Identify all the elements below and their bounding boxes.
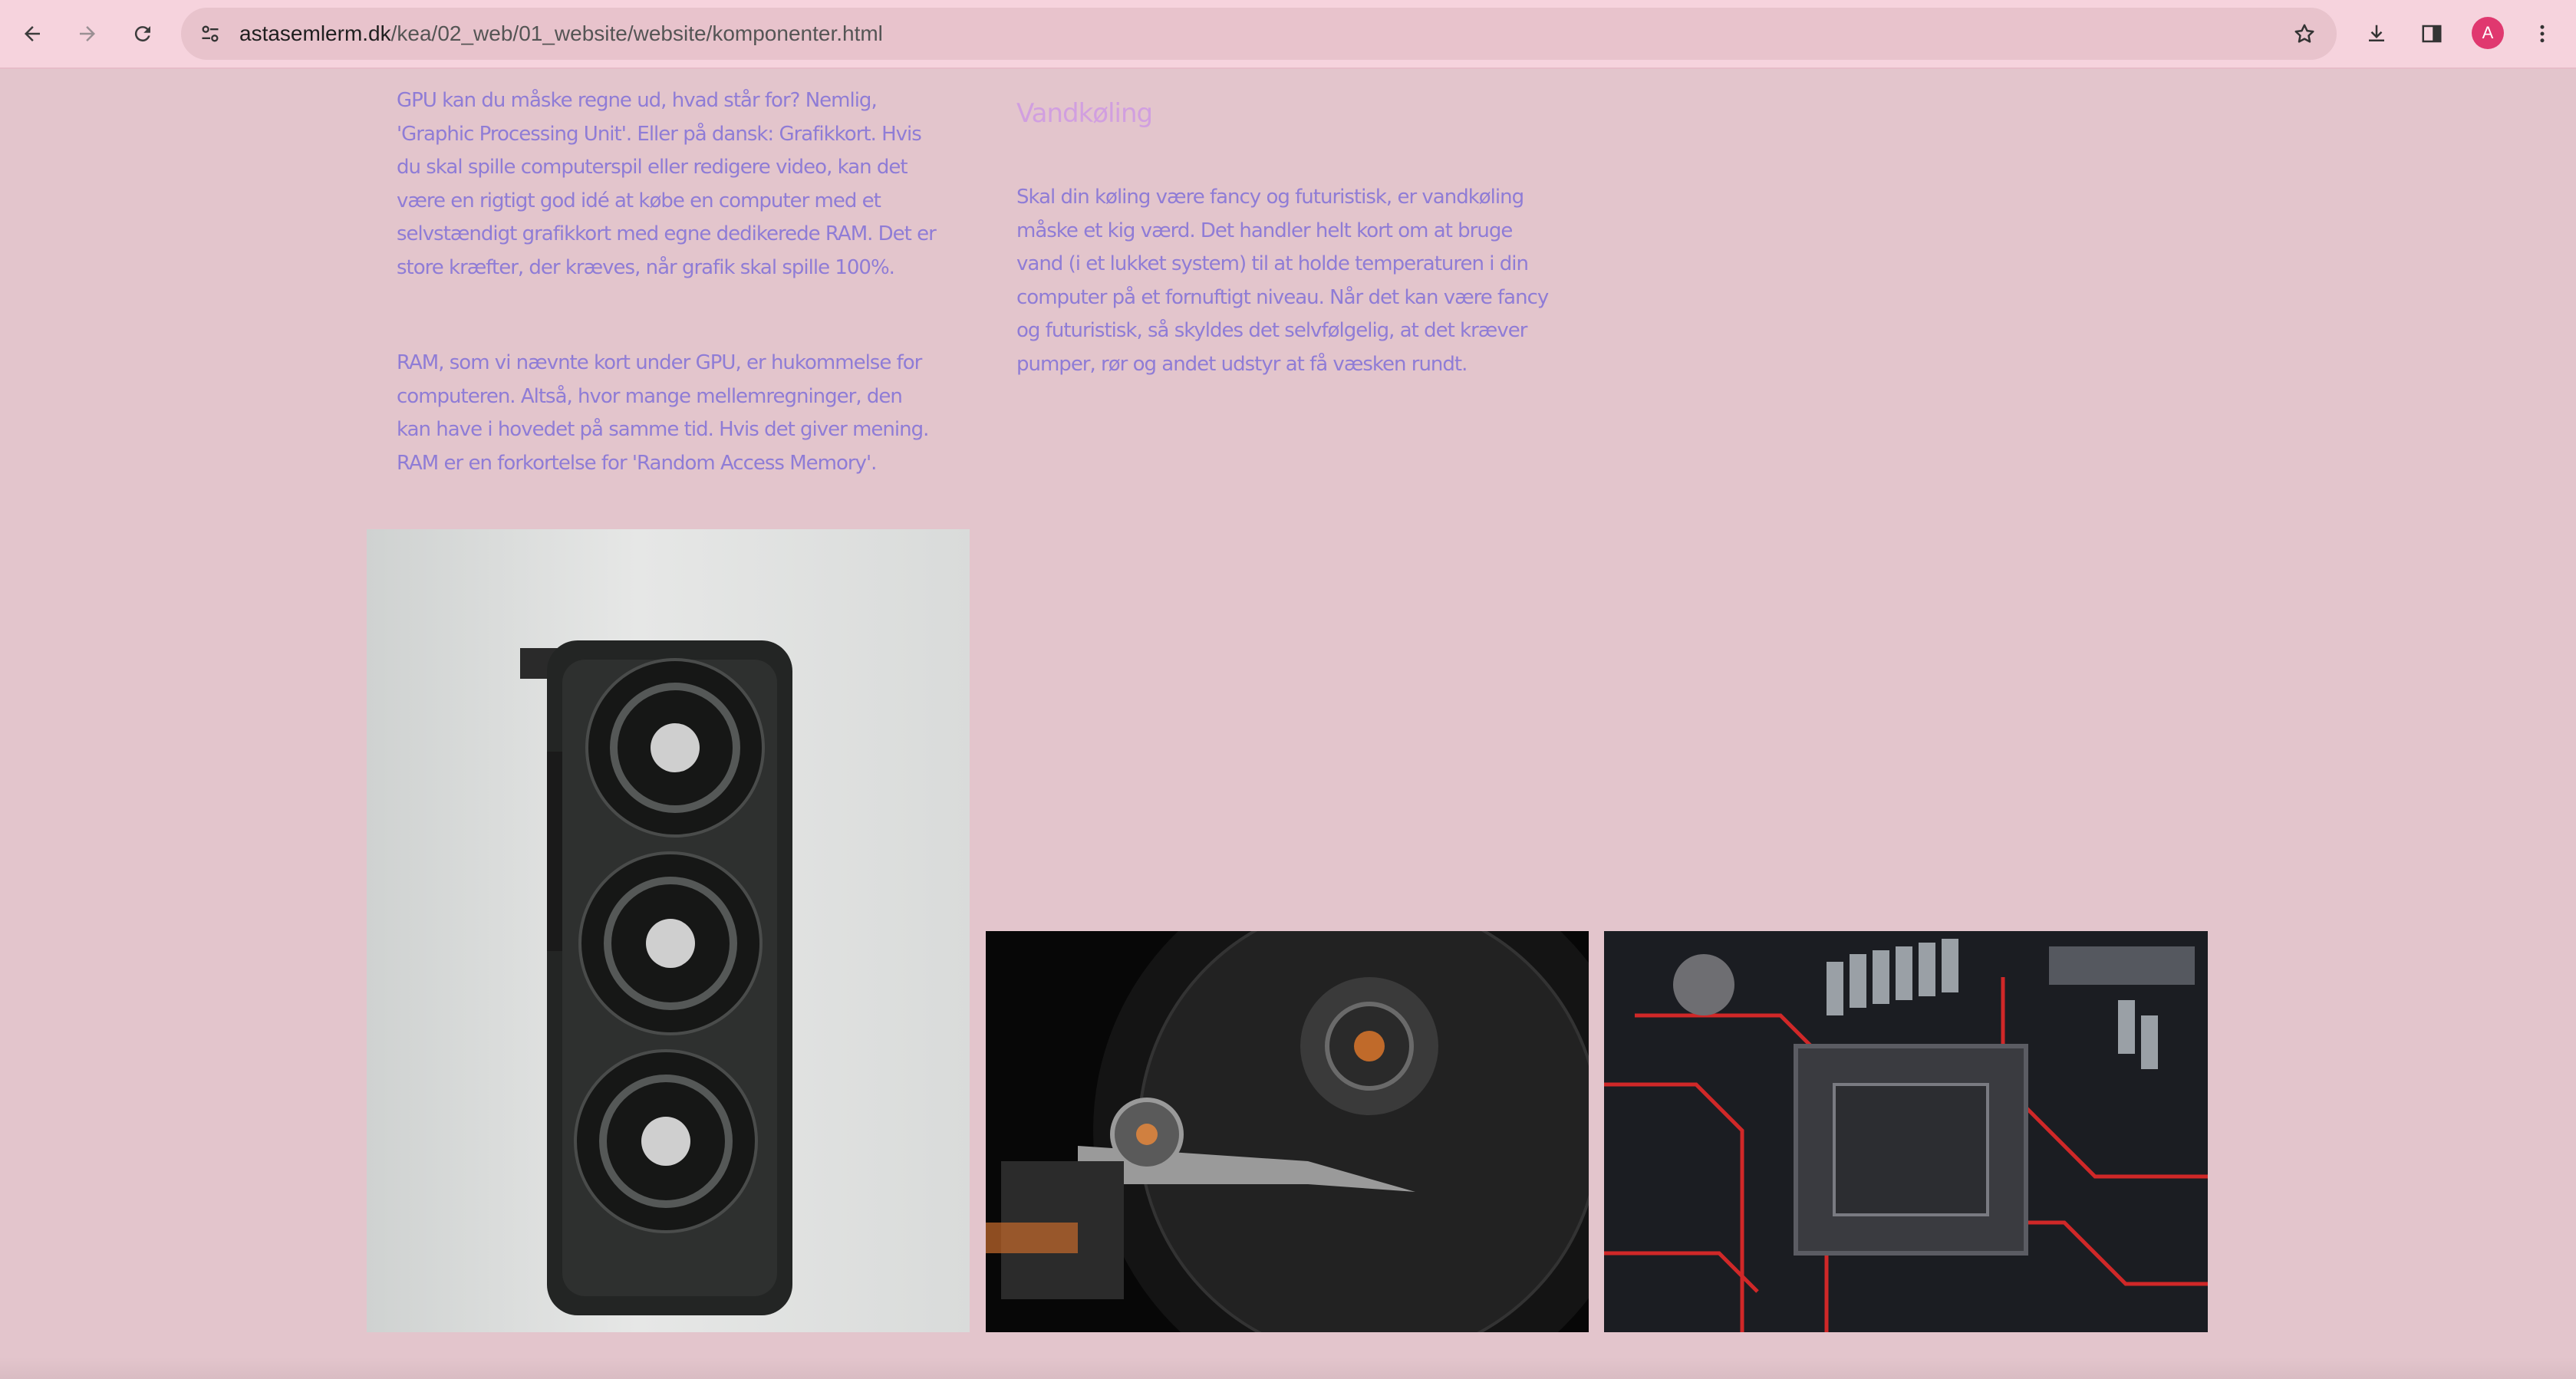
address-bar[interactable]: astasemlerm.dk/kea/02_web/01_website/web…: [181, 8, 2337, 60]
arrow-right-icon: [80, 26, 95, 41]
tune-icon: [202, 25, 219, 42]
url-host: astasemlerm.dk: [239, 21, 391, 45]
gpu-paragraph: GPU kan du måske regne ud, hvad står for…: [397, 89, 937, 279]
bookmark-button[interactable]: [2286, 15, 2323, 52]
forward-button[interactable]: [69, 15, 106, 52]
reload-button[interactable]: [124, 15, 161, 52]
water-cooling-paragraph: Skal din køling være fancy og futuristis…: [1016, 186, 1549, 376]
downloads-button[interactable]: [2358, 15, 2395, 52]
kebab-menu-icon: [2540, 25, 2545, 43]
reload-icon: [134, 26, 150, 42]
arrow-left-icon: [25, 26, 40, 41]
page-bottom-edge: [0, 1358, 2576, 1379]
ram-paragraph: RAM, som vi nævnte kort under GPU, er hu…: [397, 351, 929, 475]
url-path: /kea/02_web/01_website/website/komponent…: [390, 21, 883, 45]
motherboard-image: [1604, 931, 2208, 1332]
profile-avatar[interactable]: A: [2472, 17, 2504, 49]
browser-menu-button[interactable]: [2524, 15, 2561, 52]
side-panel-button[interactable]: [2413, 15, 2450, 52]
browser-toolbar: astasemlerm.dk/kea/02_web/01_website/web…: [0, 0, 2576, 69]
url-text[interactable]: astasemlerm.dk/kea/02_web/01_website/web…: [239, 8, 883, 60]
back-button[interactable]: [14, 15, 51, 52]
water-cooling-heading: Vandkøling: [1016, 98, 1153, 129]
site-info-button[interactable]: [192, 15, 229, 52]
gpu-image: [367, 529, 970, 1332]
hard-drive-image: [986, 931, 1589, 1332]
star-icon: [2294, 24, 2314, 43]
download-icon: [2369, 25, 2384, 41]
side-panel-icon: [2422, 25, 2442, 43]
